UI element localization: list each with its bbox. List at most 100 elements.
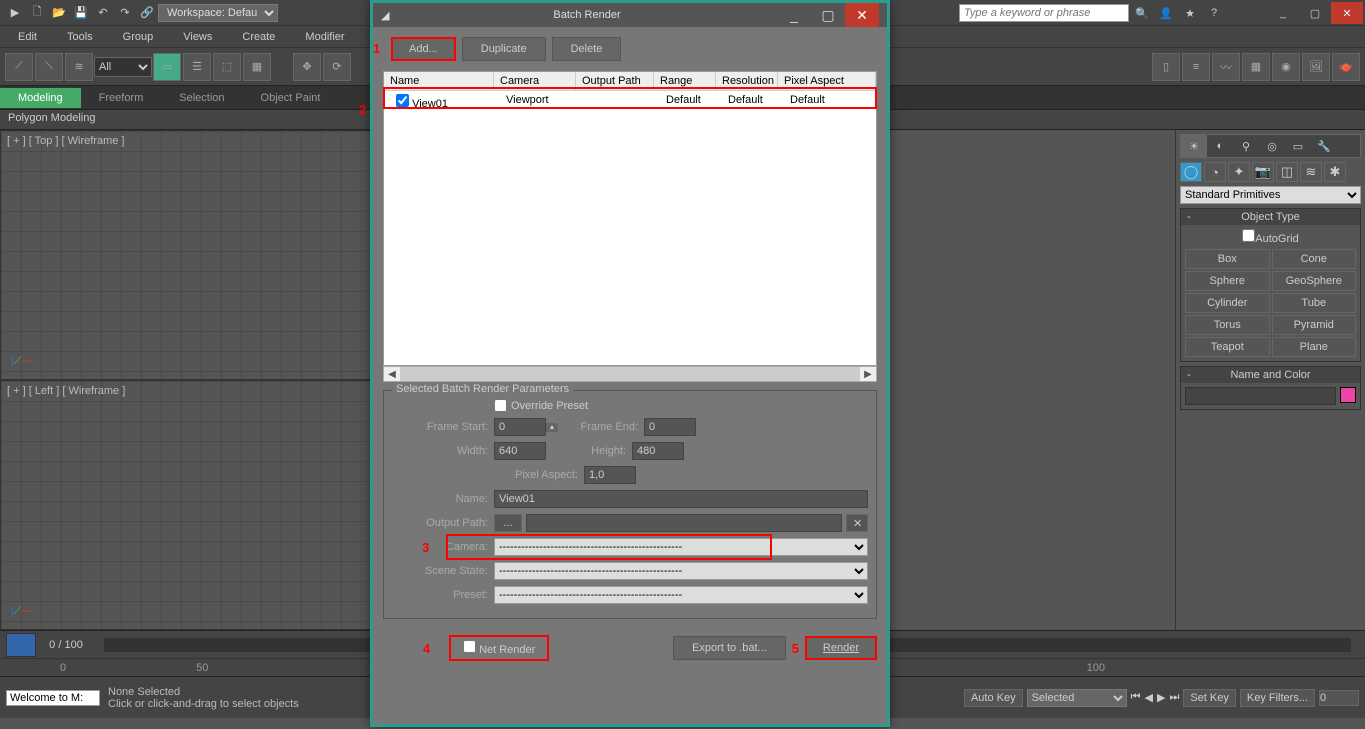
torus-button[interactable]: Torus [1185, 315, 1270, 335]
dialog-close[interactable]: ✕ [845, 3, 879, 27]
align-icon[interactable]: ▯ [1152, 53, 1180, 81]
close-button[interactable]: ✕ [1331, 2, 1363, 24]
menu-create[interactable]: Create [242, 31, 275, 43]
dialog-maximize[interactable]: ▢ [811, 3, 845, 27]
maxscript-listener[interactable]: Welcome to M: [6, 690, 100, 706]
redo-icon[interactable]: ↷ [115, 3, 135, 23]
menu-modifiers[interactable]: Modifier [305, 31, 344, 43]
link-icon[interactable]: 🔗 [137, 3, 157, 23]
rotate-icon[interactable]: ⟳ [323, 53, 351, 81]
helpers-icon[interactable]: ◫ [1276, 162, 1298, 182]
color-swatch[interactable] [1340, 387, 1356, 403]
delete-button[interactable]: Delete [552, 37, 622, 61]
play-next-icon[interactable]: ⏭ [1169, 691, 1179, 704]
geometry-icon[interactable]: ◯ [1180, 162, 1202, 182]
pyramid-button[interactable]: Pyramid [1272, 315, 1357, 335]
output-clear-button[interactable]: ✕ [846, 514, 868, 532]
minimize-button[interactable]: _ [1267, 2, 1299, 24]
pixel-aspect-input[interactable] [584, 466, 636, 484]
cone-button[interactable]: Cone [1272, 249, 1357, 269]
workspace-selector[interactable]: Workspace: Default [158, 4, 278, 22]
help-icon[interactable]: ? [1204, 3, 1224, 23]
maximize-button[interactable]: ▢ [1299, 2, 1331, 24]
rect-select-icon[interactable]: ⬚ [213, 53, 241, 81]
display-tab-icon[interactable]: ▭ [1285, 135, 1311, 157]
menu-tools[interactable]: Tools [67, 31, 93, 43]
search-icon[interactable]: 🔍 [1132, 3, 1152, 23]
hierarchy-tab-icon[interactable]: ⚲ [1233, 135, 1259, 157]
key-filter-select[interactable]: Selected [1027, 689, 1127, 707]
search-input[interactable] [959, 4, 1129, 22]
play-back-icon[interactable]: ◀ [1145, 691, 1153, 704]
autogrid-checkbox[interactable] [1242, 229, 1255, 242]
tube-button[interactable]: Tube [1272, 293, 1357, 313]
layers-icon[interactable]: ≡ [1182, 53, 1210, 81]
menu-edit[interactable]: Edit [18, 31, 37, 43]
list-scrollbar[interactable]: ◀ ▶ [383, 366, 877, 382]
play-icon[interactable]: ▶ [1157, 691, 1165, 704]
current-frame-input[interactable] [1319, 690, 1359, 706]
viewport-left-label[interactable]: [ + ] [ Left ] [ Wireframe ] [7, 385, 125, 397]
save-icon[interactable]: 💾 [71, 3, 91, 23]
bind-icon[interactable]: ≋ [65, 53, 93, 81]
output-browse-button[interactable]: ... [494, 514, 522, 532]
select-name-icon[interactable]: ☰ [183, 53, 211, 81]
tab-modeling[interactable]: Modeling [0, 88, 81, 108]
undo-icon[interactable]: ↶ [93, 3, 113, 23]
utilities-tab-icon[interactable]: 🔧 [1311, 135, 1337, 157]
new-icon[interactable]: 🗋 [27, 3, 47, 23]
select-link-icon[interactable]: ⟋ [5, 53, 33, 81]
render-button[interactable]: Render [805, 636, 877, 660]
export-bat-button[interactable]: Export to .bat... [673, 636, 786, 660]
menu-group[interactable]: Group [123, 31, 154, 43]
render-setup-icon[interactable]: 🖼 [1302, 53, 1330, 81]
override-checkbox[interactable] [494, 399, 507, 412]
open-icon[interactable]: 📂 [49, 3, 69, 23]
batch-list[interactable]: Name Camera Output Path Range Resolution… [383, 71, 877, 366]
scroll-right-icon[interactable]: ▶ [860, 367, 876, 381]
keyfilters-button[interactable]: Key Filters... [1240, 689, 1315, 707]
net-render-checkbox[interactable] [463, 640, 476, 653]
setkey-button[interactable]: Set Key [1183, 689, 1236, 707]
name-input[interactable] [494, 490, 868, 508]
schematic-icon[interactable]: ▦ [1242, 53, 1270, 81]
autokey-button[interactable]: Auto Key [964, 689, 1023, 707]
spacewarps-icon[interactable]: ≋ [1300, 162, 1322, 182]
dialog-titlebar[interactable]: ◢ Batch Render _ ▢ ✕ [373, 3, 887, 27]
width-input[interactable] [494, 442, 546, 460]
tab-freeform[interactable]: Freeform [81, 88, 162, 108]
play-prev-icon[interactable]: ⏮ [1131, 691, 1141, 704]
output-path-input[interactable] [526, 514, 842, 532]
unlink-icon[interactable]: ⟍ [35, 53, 63, 81]
create-tab-icon[interactable]: ☀ [1181, 135, 1207, 157]
cylinder-button[interactable]: Cylinder [1185, 293, 1270, 313]
star-icon[interactable]: ★ [1180, 3, 1200, 23]
dialog-minimize[interactable]: _ [777, 3, 811, 27]
object-name-input[interactable] [1185, 387, 1336, 405]
modify-tab-icon[interactable]: ◐ [1207, 135, 1233, 157]
timeline-config-icon[interactable] [6, 633, 36, 657]
lights-icon[interactable]: ✦ [1228, 162, 1250, 182]
material-icon[interactable]: ◉ [1272, 53, 1300, 81]
cameras-icon[interactable]: 📷 [1252, 162, 1274, 182]
height-input[interactable] [632, 442, 684, 460]
select-icon[interactable]: ▭ [153, 53, 181, 81]
duplicate-button[interactable]: Duplicate [462, 37, 546, 61]
shapes-icon[interactable]: ◔ [1204, 162, 1226, 182]
tab-selection[interactable]: Selection [161, 88, 242, 108]
sphere-button[interactable]: Sphere [1185, 271, 1270, 291]
add-button[interactable]: Add... [391, 37, 456, 61]
spin-up-icon[interactable]: ▲ [546, 423, 558, 432]
systems-icon[interactable]: ✱ [1324, 162, 1346, 182]
selection-filter[interactable]: All [94, 57, 152, 77]
render-frame-icon[interactable]: 🫖 [1332, 53, 1360, 81]
teapot-button[interactable]: Teapot [1185, 337, 1270, 357]
window-crossing-icon[interactable]: ▦ [243, 53, 271, 81]
signin-icon[interactable]: 👤 [1156, 3, 1176, 23]
menu-views[interactable]: Views [183, 31, 212, 43]
object-type-header[interactable]: -Object Type [1181, 209, 1360, 225]
curve-editor-icon[interactable]: 〰 [1212, 53, 1240, 81]
category-dropdown[interactable]: Standard Primitives [1180, 186, 1361, 204]
tab-object-paint[interactable]: Object Paint [243, 88, 339, 108]
scroll-left-icon[interactable]: ◀ [384, 367, 400, 381]
